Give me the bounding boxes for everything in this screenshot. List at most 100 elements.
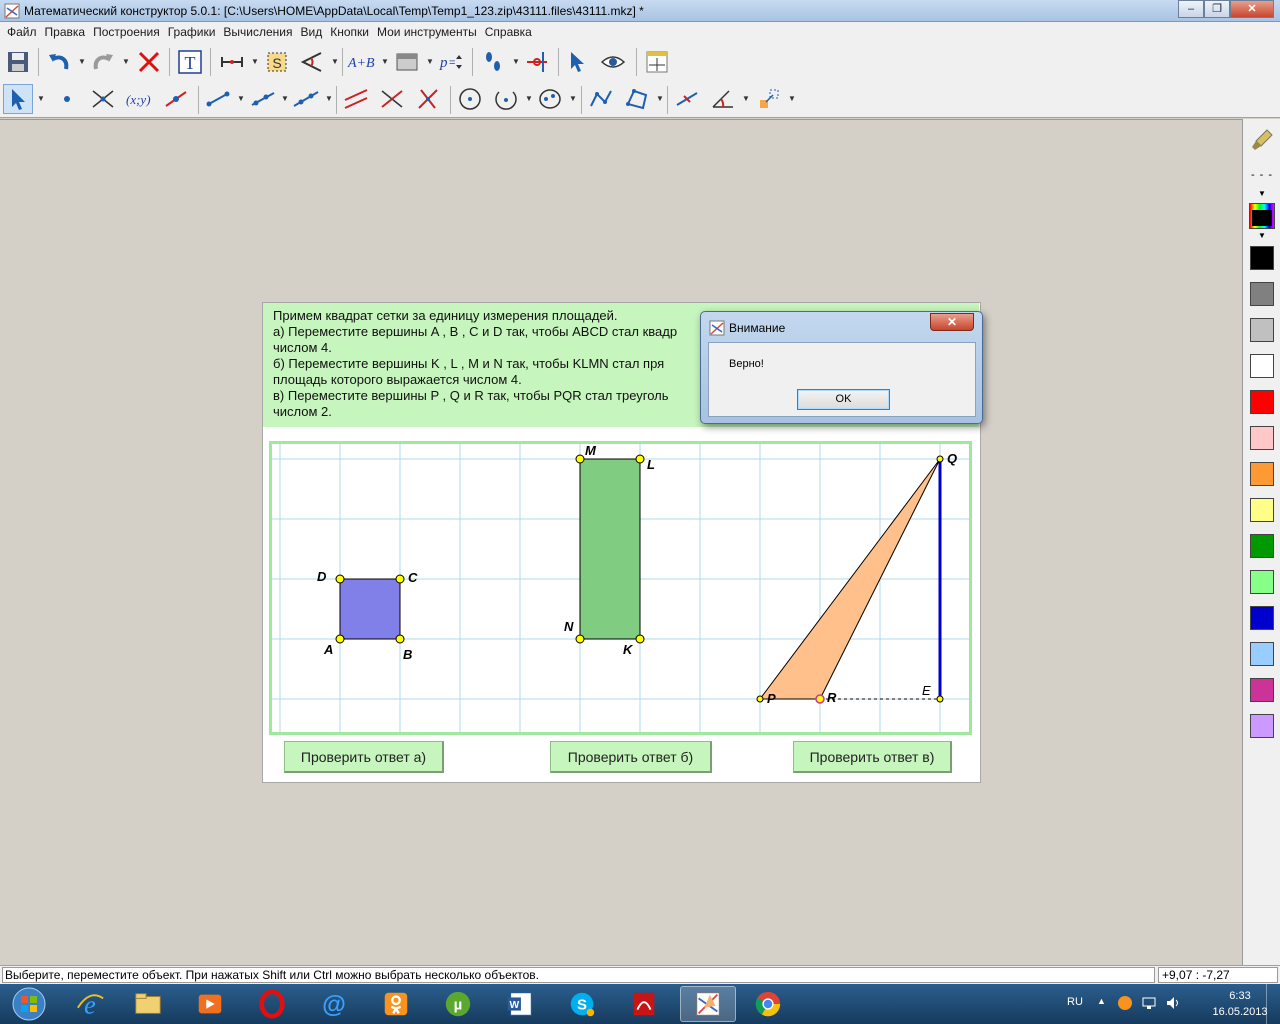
transform-dropdown-icon[interactable]: ▼: [788, 84, 796, 114]
graph-window-icon[interactable]: [642, 47, 672, 77]
parallel-line-icon[interactable]: [341, 84, 371, 114]
math-constructor-taskbar-icon[interactable]: [680, 986, 736, 1022]
pointer-dropdown-icon[interactable]: ▼: [37, 84, 45, 114]
menu-buttons[interactable]: Кнопки: [326, 25, 373, 39]
intersection-point-icon[interactable]: [88, 84, 118, 114]
color-swatch[interactable]: [1250, 606, 1274, 630]
line-tool-icon[interactable]: [291, 84, 321, 114]
conic-tool-icon[interactable]: [535, 84, 565, 114]
transform-tool-icon[interactable]: [754, 84, 784, 114]
calculator-dropdown-icon[interactable]: ▼: [381, 47, 389, 77]
ok-button[interactable]: OK: [797, 389, 890, 410]
redo-dropdown-icon[interactable]: ▼: [122, 47, 130, 77]
start-button[interactable]: [4, 986, 54, 1022]
angle-measure-icon[interactable]: [297, 47, 327, 77]
ray-tool-icon[interactable]: [247, 84, 277, 114]
point-e[interactable]: [936, 695, 944, 703]
square-abcd[interactable]: [339, 578, 401, 640]
point-d[interactable]: [335, 574, 345, 584]
color-picker-icon[interactable]: [1249, 203, 1275, 229]
menu-my-tools[interactable]: Мои инструменты: [373, 25, 481, 39]
trace-dropdown-icon[interactable]: ▼: [512, 47, 520, 77]
check-answer-c-button[interactable]: Проверить ответ в): [793, 741, 952, 773]
clock-date[interactable]: 16.05.2013: [1205, 1006, 1275, 1018]
measure-dropdown-icon[interactable]: ▼: [251, 47, 259, 77]
point-r[interactable]: [815, 694, 825, 704]
utorrent-icon[interactable]: µ: [430, 986, 486, 1022]
color-swatch[interactable]: [1250, 426, 1274, 450]
point-a[interactable]: [335, 634, 345, 644]
point-c[interactable]: [395, 574, 405, 584]
ray-dropdown-icon[interactable]: ▼: [281, 84, 289, 114]
show-desktop-button[interactable]: [1266, 984, 1280, 1024]
color-swatch[interactable]: [1250, 246, 1274, 270]
text-tool-icon[interactable]: T: [175, 47, 205, 77]
clock-time[interactable]: 6:33: [1207, 990, 1273, 1002]
table-tool-icon[interactable]: [392, 47, 422, 77]
angle-tool-dropdown-icon[interactable]: ▼: [742, 84, 750, 114]
network-icon[interactable]: [1141, 995, 1157, 1011]
pdf-reader-icon[interactable]: [616, 986, 672, 1022]
explorer-icon[interactable]: [120, 986, 176, 1022]
restore-button[interactable]: ❐: [1204, 0, 1230, 18]
skype-icon[interactable]: S: [554, 986, 610, 1022]
eye-icon[interactable]: [598, 47, 628, 77]
volume-icon[interactable]: [1165, 995, 1181, 1011]
menu-constructions[interactable]: Построения: [89, 25, 164, 39]
arc-tool-icon[interactable]: [491, 84, 521, 114]
parameter-tool-icon[interactable]: p =: [436, 47, 466, 77]
line-style-dropdown-icon[interactable]: ▼: [1258, 189, 1266, 198]
color-dropdown-icon[interactable]: ▼: [1258, 231, 1266, 240]
animation-tool-icon[interactable]: [522, 47, 552, 77]
polyline-tool-icon[interactable]: [586, 84, 616, 114]
check-answer-b-button[interactable]: Проверить ответ б): [550, 741, 712, 773]
circle-tool-icon[interactable]: [455, 84, 485, 114]
bisector-icon[interactable]: [413, 84, 443, 114]
polygon-tool-icon[interactable]: [622, 84, 652, 114]
point-n[interactable]: [575, 634, 585, 644]
rectangle-klmn[interactable]: [579, 458, 641, 640]
opera-icon[interactable]: [244, 986, 300, 1022]
line-dropdown-icon[interactable]: ▼: [325, 84, 333, 114]
pointer-tool-icon[interactable]: [3, 84, 33, 114]
color-swatch[interactable]: [1250, 498, 1274, 522]
ie-icon[interactable]: e: [62, 986, 118, 1022]
point-tool-icon[interactable]: [52, 84, 82, 114]
color-swatch[interactable]: [1250, 714, 1274, 738]
geometry-canvas[interactable]: A B C D K L M N P R Q E: [269, 441, 972, 735]
menu-calculations[interactable]: Вычисления: [219, 25, 296, 39]
line-style-icon[interactable]: - - -: [1249, 169, 1275, 181]
color-swatch[interactable]: [1250, 678, 1274, 702]
menu-file[interactable]: Файл: [3, 25, 41, 39]
color-swatch[interactable]: [1250, 642, 1274, 666]
color-swatch[interactable]: [1250, 462, 1274, 486]
angle-tool-icon[interactable]: [708, 84, 738, 114]
segment-tool-icon[interactable]: [203, 84, 233, 114]
point-p[interactable]: [756, 695, 764, 703]
undo-dropdown-icon[interactable]: ▼: [78, 47, 86, 77]
mail-agent-icon[interactable]: @: [306, 986, 362, 1022]
check-answer-a-button[interactable]: Проверить ответ а): [284, 741, 444, 773]
trace-tool-icon[interactable]: [478, 47, 508, 77]
menu-edit[interactable]: Правка: [41, 25, 90, 39]
color-swatch[interactable]: [1250, 390, 1274, 414]
measure-length-icon[interactable]: [217, 47, 247, 77]
undo-icon[interactable]: [44, 47, 74, 77]
language-indicator[interactable]: RU: [1067, 996, 1083, 1008]
color-swatch[interactable]: [1250, 282, 1274, 306]
point-k[interactable]: [635, 634, 645, 644]
point-m[interactable]: [575, 454, 585, 464]
save-icon[interactable]: [3, 47, 33, 77]
menu-graphs[interactable]: Графики: [164, 25, 220, 39]
chrome-icon[interactable]: [740, 986, 796, 1022]
midpoint-tool-icon[interactable]: [672, 84, 702, 114]
media-player-icon[interactable]: [182, 986, 238, 1022]
close-button[interactable]: ✕: [1230, 0, 1274, 18]
segment-dropdown-icon[interactable]: ▼: [237, 84, 245, 114]
menu-help[interactable]: Справка: [481, 25, 536, 39]
angle-dropdown-icon[interactable]: ▼: [331, 47, 339, 77]
delete-icon[interactable]: [134, 47, 164, 77]
color-swatch[interactable]: [1250, 570, 1274, 594]
menu-view[interactable]: Вид: [297, 25, 327, 39]
minimize-button[interactable]: –: [1178, 0, 1204, 18]
